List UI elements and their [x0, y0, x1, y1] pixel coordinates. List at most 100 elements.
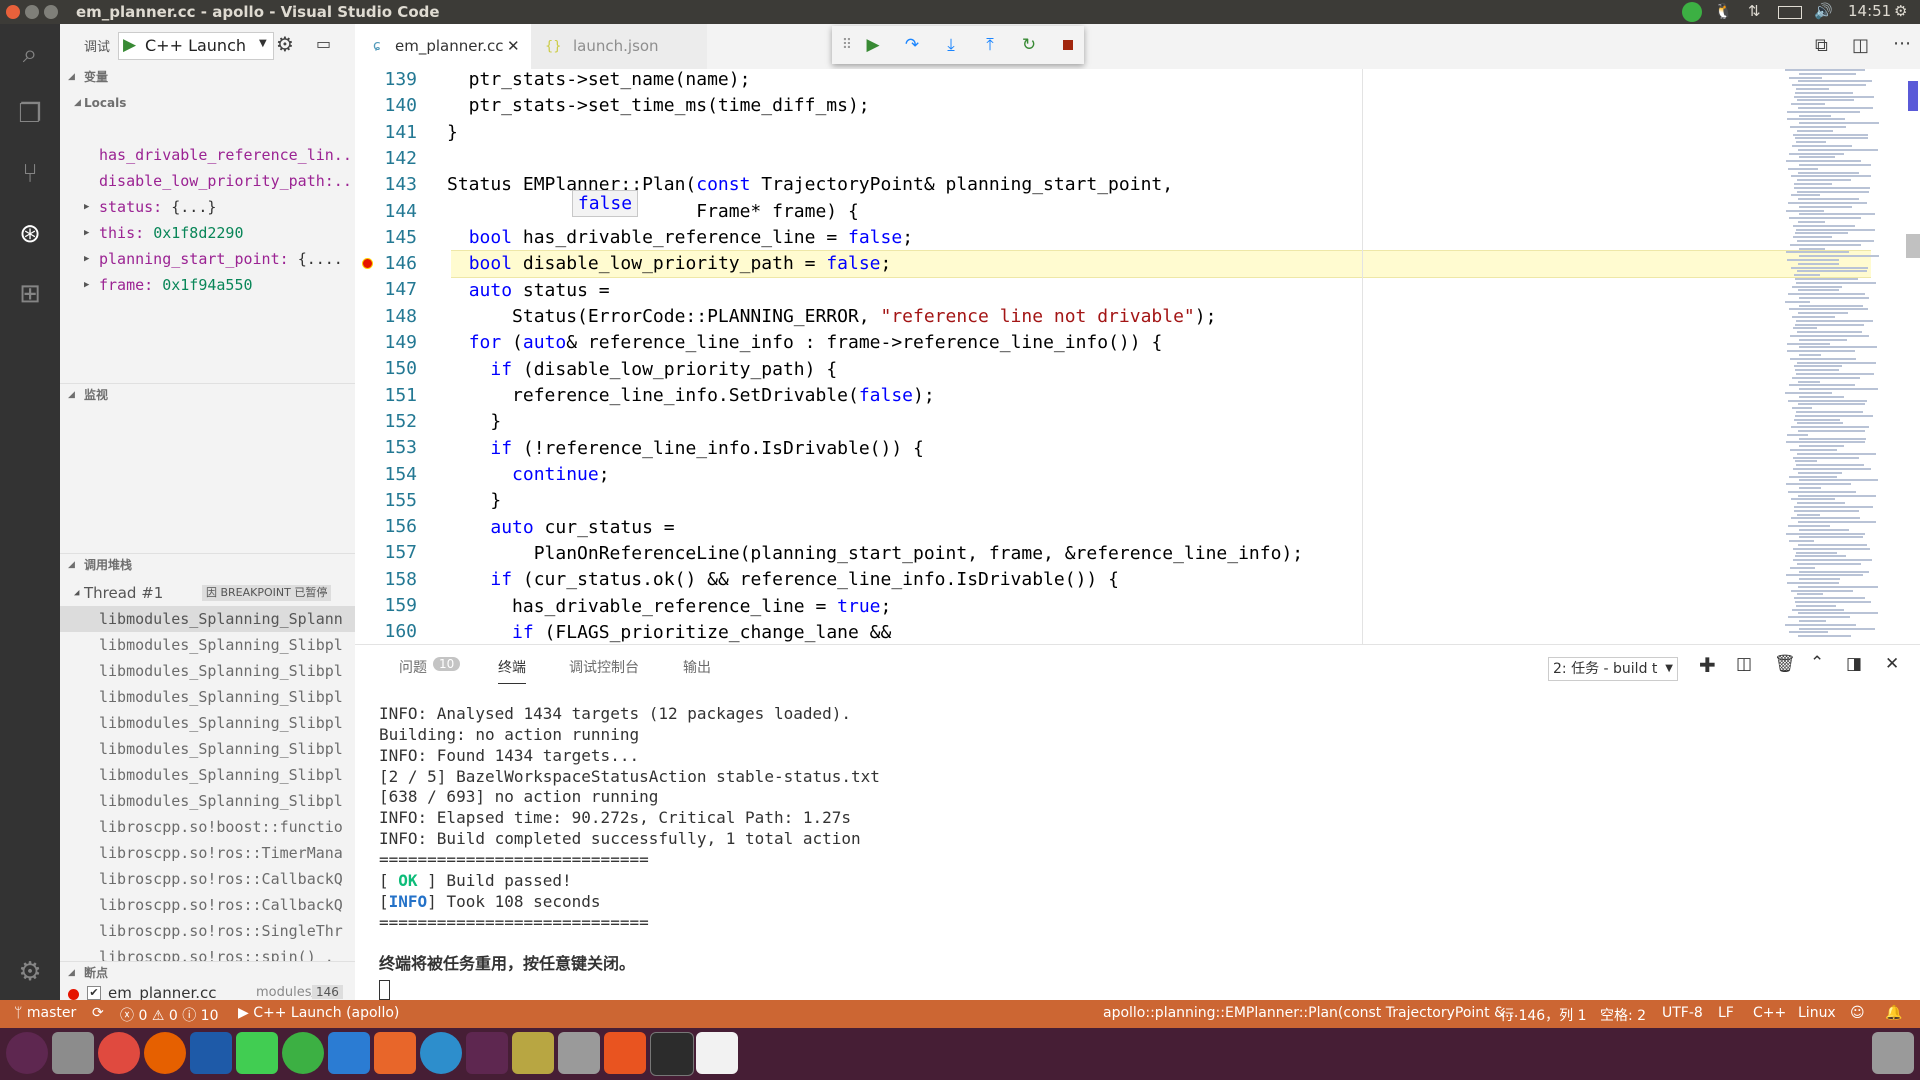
tab-problems[interactable]: 问题 — [399, 657, 427, 677]
stack-frame[interactable]: libmodules_Splanning_Splann — [60, 606, 355, 632]
current-function[interactable]: apollo::planning::EMPlanner::Plan(const … — [1103, 1005, 1518, 1021]
network-arrows-icon[interactable]: ⇅ — [1748, 2, 1761, 20]
stack-frame[interactable]: libmodules_Splanning_Slibpl — [60, 736, 355, 762]
chrome-app-icon[interactable] — [98, 1032, 140, 1074]
terminal-cursor[interactable] — [379, 980, 390, 1000]
source-control-icon[interactable]: ⑂ — [14, 158, 46, 190]
telegram-tray-icon[interactable] — [1682, 2, 1702, 22]
wps-writer-app-icon[interactable] — [328, 1032, 370, 1074]
messenger-app-icon[interactable] — [420, 1032, 462, 1074]
variable-row[interactable]: ▶ frame: 0x1f94a550 — [60, 272, 355, 298]
terminal-select[interactable]: 2: 任务 - build t ▼ — [1548, 657, 1678, 681]
minimap[interactable] — [1785, 69, 1920, 644]
step-out-icon[interactable]: ⤒ — [979, 34, 1001, 56]
tab-em-planner[interactable]: ɕ em_planner.cc ✕ — [355, 24, 531, 69]
debug-console-icon[interactable]: ▭ — [316, 34, 331, 53]
minimap-slider[interactable] — [1908, 81, 1918, 111]
close-icon[interactable]: ✕ — [507, 24, 520, 69]
stack-frame[interactable]: libroscpp.so!ros::CallbackQ — [60, 892, 355, 918]
breakpoints-section-header[interactable]: ◢ 断点 — [60, 961, 355, 984]
notification-bell-icon[interactable]: 🔔 — [1885, 1005, 1902, 1021]
step-into-icon[interactable]: ⤓ — [940, 34, 962, 56]
penguin-tray-icon[interactable]: 🐧 — [1714, 2, 1733, 20]
open-changes-icon[interactable]: ⧉ — [1815, 35, 1828, 56]
trash-icon[interactable] — [1872, 1032, 1914, 1074]
stack-frame[interactable]: libmodules_Splanning_Slibpl — [60, 684, 355, 710]
language-mode[interactable]: C++ — [1753, 1005, 1786, 1021]
clock[interactable]: 14:51 — [1848, 2, 1891, 20]
battery-icon[interactable] — [1778, 6, 1802, 19]
scrollbar-thumb[interactable] — [1906, 234, 1920, 258]
line-ending[interactable]: LF — [1718, 1005, 1734, 1021]
system-gear-icon[interactable]: ⚙ — [1894, 2, 1907, 20]
close-panel-icon[interactable]: ✕ — [1885, 654, 1899, 674]
disk-app-icon[interactable] — [512, 1032, 554, 1074]
continue-icon[interactable]: ▶ — [862, 34, 884, 56]
debug-config-select[interactable]: ▶ C++ Launch ▼ — [118, 32, 274, 60]
qt-app-icon[interactable] — [236, 1032, 278, 1074]
step-over-icon[interactable]: ↷ — [901, 34, 923, 56]
thread-row[interactable]: ◢ Thread #1 因 BREAKPOINT 已暂停 — [60, 580, 355, 606]
expand-caret-icon[interactable]: ▶ — [84, 272, 89, 298]
encoding[interactable]: UTF-8 — [1662, 1005, 1703, 1021]
start-debug-icon[interactable]: ▶ — [123, 35, 136, 55]
debug-icon[interactable]: ⊛ — [14, 218, 46, 250]
settings-gear-icon[interactable]: ⚙ — [14, 956, 46, 988]
toggle-panel-position-icon[interactable]: ◨ — [1846, 654, 1862, 674]
callstack-section-header[interactable]: ◢ 调用堆栈 — [60, 553, 355, 576]
expand-caret-icon[interactable]: ▶ — [84, 194, 89, 220]
tab-debug-console[interactable]: 调试控制台 — [569, 657, 639, 677]
settings-app-icon[interactable] — [558, 1032, 600, 1074]
extensions-icon[interactable]: ⊞ — [14, 278, 46, 310]
ubuntu-launcher-icon[interactable] — [6, 1032, 48, 1074]
indentation[interactable]: 空格: 2 — [1600, 1005, 1646, 1025]
more-actions-icon[interactable]: ⋯ — [1893, 33, 1911, 54]
stack-frame[interactable]: libroscpp.so!ros::TimerMana — [60, 840, 355, 866]
variable-row[interactable]: ▶ status: {...} — [60, 194, 355, 220]
split-terminal-icon[interactable]: ◫ — [1736, 654, 1752, 674]
telegram-app-icon[interactable] — [282, 1032, 324, 1074]
software-center-app-icon[interactable] — [604, 1032, 646, 1074]
files-app-icon[interactable] — [52, 1032, 94, 1074]
locals-scope-header[interactable]: ◢ Locals — [60, 92, 355, 114]
window-close-button[interactable] — [6, 5, 20, 19]
breakpoint-checkbox[interactable]: ✔ — [87, 986, 101, 1000]
stack-frame[interactable]: libroscpp.so!ros::SingleThr — [60, 918, 355, 944]
stack-frame[interactable]: libmodules_Splanning_Slibpl — [60, 762, 355, 788]
volume-icon[interactable]: 🔊 — [1814, 2, 1833, 20]
split-editor-icon[interactable]: ◫ — [1852, 35, 1869, 56]
stack-frame[interactable]: libroscpp.so!ros::CallbackQ — [60, 866, 355, 892]
platform[interactable]: Linux — [1798, 1005, 1836, 1021]
stack-frame[interactable]: libmodules_Splanning_Slibpl — [60, 710, 355, 736]
files-icon[interactable]: ❐ — [14, 98, 46, 130]
variable-row[interactable]: has_drivable_reference_lin... — [60, 142, 355, 168]
window-maximize-button[interactable] — [44, 5, 58, 19]
cursor-position[interactable]: 行 146，列 1 — [1500, 1005, 1587, 1025]
stop-icon[interactable] — [1057, 34, 1079, 56]
variable-row[interactable]: ▶ planning_start_point: {.... — [60, 246, 355, 272]
wps-presentation-app-icon[interactable] — [374, 1032, 416, 1074]
new-terminal-icon[interactable]: ✚ — [1699, 653, 1716, 677]
code-editor[interactable]: 139 140 141 142 143 144 145 146 147 148 149 150 151 1… — [355, 69, 1920, 644]
document-viewer-app-icon[interactable] — [696, 1032, 738, 1074]
restart-icon[interactable]: ↻ — [1018, 34, 1040, 56]
terminal-app-icon[interactable] — [650, 1032, 694, 1076]
launch-indicator[interactable]: ▶ C++ Launch (apollo) — [238, 1005, 399, 1021]
tab-terminal[interactable]: 终端 — [498, 657, 526, 684]
branch-indicator[interactable]: ᛘ master — [14, 1005, 76, 1021]
window-minimize-button[interactable] — [25, 5, 39, 19]
watch-section-header[interactable]: ◢ 监视 — [60, 383, 355, 406]
maximize-panel-icon[interactable]: ⌃ — [1810, 653, 1824, 673]
debug-settings-gear-icon[interactable]: ⚙ — [276, 32, 294, 56]
variables-section-header[interactable]: ◢ 变量 — [60, 66, 355, 88]
tool-app-icon[interactable] — [466, 1032, 508, 1074]
stack-frame[interactable]: libmodules_Splanning_Slibpl — [60, 658, 355, 684]
kill-terminal-icon[interactable]: 🗑 — [1774, 654, 1796, 674]
tab-output[interactable]: 输出 — [683, 657, 711, 677]
vscode-app-icon[interactable] — [190, 1032, 232, 1074]
feedback-smiley-icon[interactable]: ☺ — [1850, 1005, 1865, 1021]
variable-row[interactable]: disable_low_priority_path:... — [60, 168, 355, 194]
stack-frame[interactable]: libroscpp.so!boost::functio — [60, 814, 355, 840]
expand-caret-icon[interactable]: ▶ — [84, 246, 89, 272]
problems-indicator[interactable]: ⓧ 0 ⚠ 0 ⓘ 10 — [120, 1005, 219, 1025]
